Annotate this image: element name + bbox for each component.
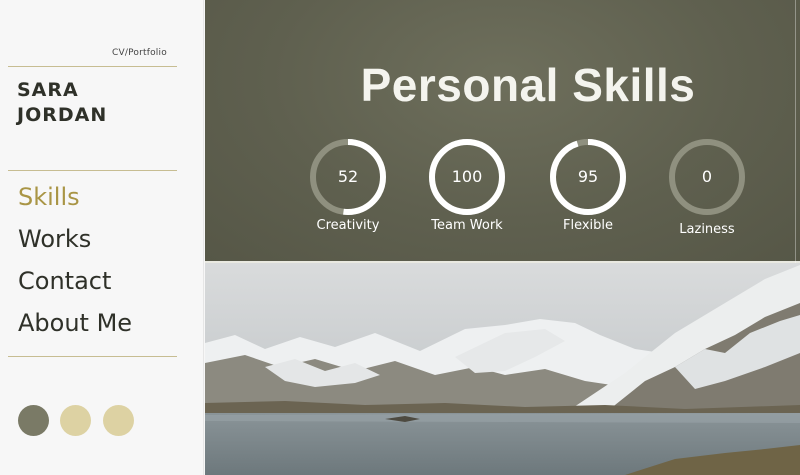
- nav-top-divider: [8, 170, 177, 171]
- cv-portfolio-tag: CV/Portfolio: [112, 48, 167, 58]
- skills-hero: Personal Skills 52 Creativity 100 Team W…: [205, 0, 800, 263]
- skill-team-work: 100 Team Work: [412, 137, 522, 233]
- nav-skills[interactable]: Skills: [18, 176, 132, 218]
- page-title: Personal Skills: [360, 59, 696, 111]
- first-name: SARA: [17, 79, 79, 101]
- skill-value: 100: [451, 167, 483, 186]
- skill-ring: 52: [308, 137, 388, 217]
- skill-value: 95: [577, 167, 599, 186]
- skill-ring: 100: [427, 137, 507, 217]
- last-name: JORDAN: [17, 104, 108, 126]
- skill-value: 52: [337, 167, 359, 186]
- skill-creativity: 52 Creativity: [293, 137, 403, 233]
- skill-label: Creativity: [316, 218, 380, 233]
- skill-flexible: 95 Flexible: [533, 137, 643, 233]
- nav-contact[interactable]: Contact: [18, 260, 132, 302]
- nav-works[interactable]: Works: [18, 218, 132, 260]
- swatch-olive[interactable]: [18, 405, 49, 436]
- nav-bottom-divider: [8, 356, 177, 357]
- hero-edge-line: [795, 0, 796, 263]
- top-divider: [8, 66, 177, 67]
- skill-value: 0: [701, 167, 713, 186]
- skill-laziness: 0 Laziness: [652, 137, 762, 237]
- portfolio-page: CV/Portfolio SARA JORDAN Skills Works Co…: [0, 0, 800, 475]
- swatch-sand-2[interactable]: [103, 405, 134, 436]
- skill-ring: 95: [548, 137, 628, 217]
- skill-label: Team Work: [431, 218, 503, 233]
- nav-about-me[interactable]: About Me: [18, 302, 132, 344]
- mountain-lake-image: [205, 263, 800, 475]
- profile-name: SARA JORDAN: [17, 78, 107, 128]
- skill-label: Laziness: [679, 222, 735, 237]
- landscape-photo: [205, 263, 800, 475]
- main-nav: Skills Works Contact About Me: [18, 176, 132, 344]
- swatch-sand[interactable]: [60, 405, 91, 436]
- skill-ring: 0: [667, 137, 747, 217]
- skill-label: Flexible: [562, 218, 614, 233]
- sidebar: CV/Portfolio SARA JORDAN Skills Works Co…: [0, 0, 204, 475]
